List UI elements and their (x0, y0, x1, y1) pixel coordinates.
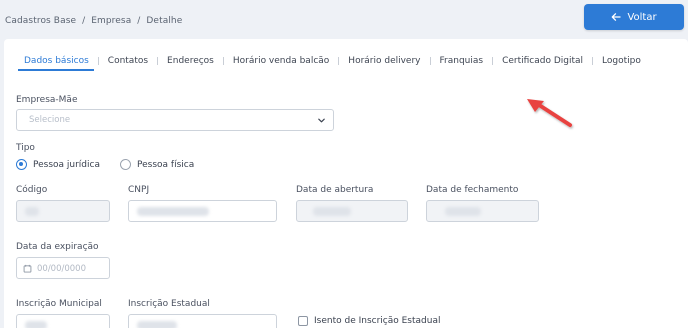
tipo-label: Tipo (16, 143, 35, 153)
radio-pessoa-fisica[interactable]: Pessoa física (120, 159, 194, 170)
breadcrumb-item-empresa[interactable]: Empresa (91, 16, 131, 26)
redacted-value (25, 321, 47, 328)
cnpj-label: CNPJ (128, 185, 150, 195)
back-button-label: Voltar (627, 11, 657, 23)
data-expiracao-label: Data da expiração (16, 242, 99, 252)
redacted-value (313, 207, 351, 216)
breadcrumb: Cadastros Base / Empresa / Detalhe (5, 16, 182, 26)
data-fechamento-label: Data de fechamento (426, 185, 519, 195)
annotation-arrow-icon (527, 99, 572, 127)
codigo-label: Código (16, 185, 48, 195)
inscricao-estadual-label: Inscrição Estadual (128, 299, 210, 309)
tab-logotipo[interactable]: Logotipo (593, 56, 650, 66)
calendar-icon (23, 264, 32, 273)
codigo-field[interactable] (16, 200, 110, 222)
data-fechamento-field[interactable] (426, 200, 539, 222)
cnpj-field[interactable] (128, 200, 277, 222)
checkbox-box (298, 316, 308, 326)
isento-inscricao-estadual-checkbox[interactable]: Isento de Inscrição Estadual (298, 316, 440, 326)
detail-card: Dados básicos Contatos Endereços Horário… (4, 39, 688, 328)
data-abertura-label: Data de abertura (296, 185, 374, 195)
tab-contatos[interactable]: Contatos (99, 56, 157, 66)
redacted-value (25, 207, 39, 216)
data-expiracao-field[interactable]: 00/00/0000 (16, 257, 110, 279)
radio-pessoa-juridica[interactable]: Pessoa jurídica (16, 159, 100, 170)
redacted-value (445, 207, 481, 216)
tab-certificado-digital[interactable]: Certificado Digital (493, 56, 592, 66)
redacted-value (137, 207, 209, 216)
empresa-mae-placeholder: Selecione (29, 115, 71, 125)
breadcrumb-item-cadastros[interactable]: Cadastros Base (5, 16, 76, 26)
chevron-down-icon (318, 118, 325, 123)
data-abertura-field[interactable] (296, 200, 408, 222)
breadcrumb-item-detalhe: Detalhe (146, 16, 183, 26)
tab-franquias[interactable]: Franquias (431, 56, 493, 66)
inscricao-municipal-field[interactable] (16, 314, 110, 328)
tab-bar: Dados básicos Contatos Endereços Horário… (16, 54, 650, 71)
data-expiracao-placeholder: 00/00/0000 (37, 264, 86, 274)
redacted-value (137, 321, 177, 328)
empresa-mae-label: Empresa-Mãe (16, 95, 78, 105)
radio-pessoa-fisica-label: Pessoa física (137, 159, 195, 170)
back-button[interactable]: Voltar (584, 4, 684, 30)
arrow-left-icon (612, 13, 622, 21)
isento-inscricao-estadual-label: Isento de Inscrição Estadual (314, 316, 441, 326)
tab-enderecos[interactable]: Endereços (158, 56, 223, 66)
tab-horario-delivery[interactable]: Horário delivery (339, 56, 429, 66)
tab-horario-venda-balcao[interactable]: Horário venda balcão (224, 56, 338, 66)
radio-indicator (120, 159, 131, 170)
radio-pessoa-juridica-label: Pessoa jurídica (33, 159, 100, 170)
radio-selected-indicator (16, 159, 27, 170)
breadcrumb-separator: / (137, 16, 141, 26)
tab-dados-basicos[interactable]: Dados básicos (16, 56, 98, 71)
inscricao-estadual-field[interactable] (128, 314, 277, 328)
empresa-mae-select[interactable]: Selecione (16, 109, 334, 131)
breadcrumb-separator: / (82, 16, 86, 26)
inscricao-municipal-label: Inscrição Municipal (16, 299, 102, 309)
